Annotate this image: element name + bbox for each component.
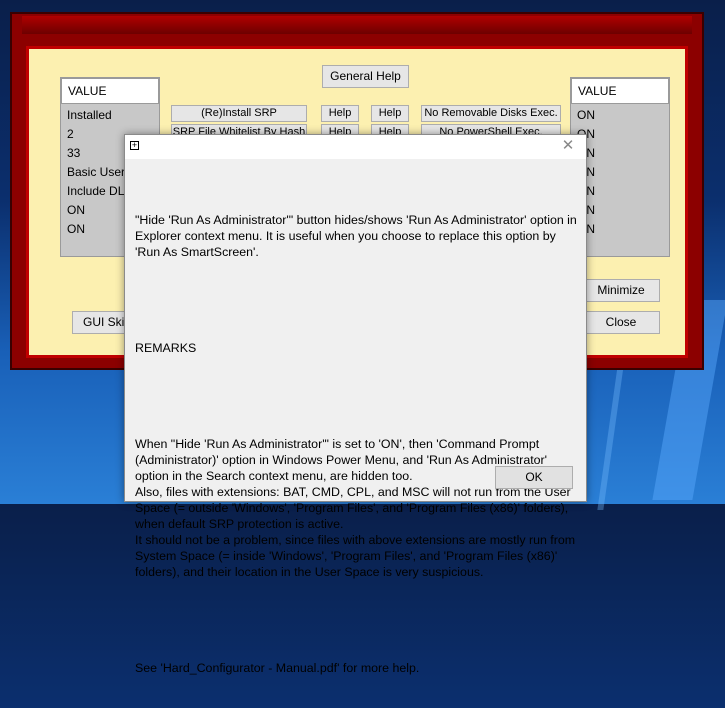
close-button[interactable]: Close	[582, 311, 660, 334]
help-dialog: + ✕ "Hide 'Run As Administrator'" button…	[124, 134, 587, 675]
close-icon[interactable]: ✕	[558, 137, 578, 155]
no-removable-disks-exec-button[interactable]: No Removable Disks Exec.	[421, 105, 561, 122]
ok-button[interactable]: OK	[495, 466, 573, 489]
help-button[interactable]: Help	[371, 105, 409, 122]
message-paragraph: When "Hide 'Run As Administrator'" is se…	[135, 437, 576, 579]
help-button[interactable]: Help	[321, 105, 359, 122]
right-panel-header: VALUE	[571, 78, 669, 104]
message-paragraph: See 'Hard_Configurator - Manual.pdf' for…	[135, 661, 420, 675]
minimize-button[interactable]: Minimize	[582, 279, 660, 302]
right-value-item[interactable]: ON	[571, 106, 669, 125]
left-value-item[interactable]: Installed	[61, 106, 159, 125]
app-icon: +	[130, 140, 139, 150]
reinstall-srp-button[interactable]: (Re)Install SRP	[171, 105, 307, 122]
message-paragraph: "Hide 'Run As Administrator'" button hid…	[135, 213, 581, 259]
dialog-title-bar: + ✕	[125, 135, 586, 159]
left-panel-header: VALUE	[61, 78, 159, 104]
dialog-message: "Hide 'Run As Administrator'" button hid…	[135, 180, 580, 708]
window-title-bar	[22, 16, 692, 34]
remarks-heading: REMARKS	[135, 341, 197, 355]
general-help-button[interactable]: General Help	[322, 65, 409, 88]
